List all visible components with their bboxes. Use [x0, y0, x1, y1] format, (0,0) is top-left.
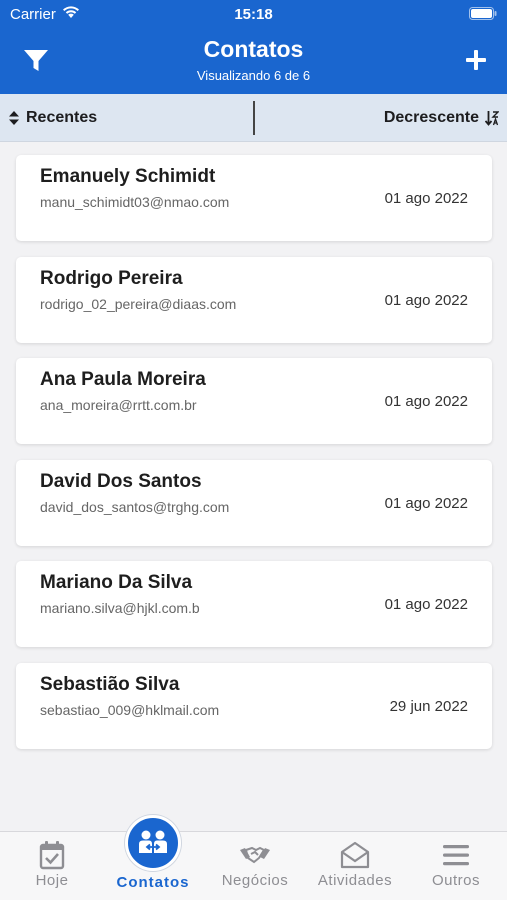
contact-card[interactable]: Rodrigo Pereira rodrigo_02_pereira@diaas…: [16, 256, 492, 343]
contact-list: Emanuely Schimidt manu_schimidt03@nmao.c…: [16, 155, 492, 764]
contact-email: ana_moreira@rrtt.com.br: [40, 397, 197, 413]
tab-hoje[interactable]: Hoje: [2, 832, 102, 900]
tab-atividades[interactable]: Atividades: [305, 832, 405, 900]
contact-email: rodrigo_02_pereira@diaas.com: [40, 295, 237, 312]
contact-card[interactable]: David Dos Santos david_dos_santos@trghg.…: [16, 459, 492, 546]
tab-atividades-label: Atividades: [317, 872, 393, 889]
app-header: Carrier 15:18 Contatos Visualizando 6 de…: [0, 0, 507, 94]
contact-date: 29 jun 2022: [389, 697, 468, 715]
contact-name: Ana Paula Moreira: [40, 369, 206, 390]
sort-updown-icon: [9, 111, 19, 125]
plus-icon[interactable]: [465, 49, 487, 71]
tab-outros-label: Outros: [431, 872, 480, 889]
status-time: 15:18: [234, 6, 273, 23]
tab-negocios-label: Negócios: [221, 872, 289, 889]
contact-name: Emanuely Schimidt: [40, 166, 216, 187]
contact-email: mariano.silva@hjkl.com.b: [40, 600, 200, 616]
contact-date: 01 ago 2022: [384, 291, 468, 309]
handshake-icon: [240, 846, 270, 864]
sort-order-button[interactable]: Decrescente: [384, 108, 499, 128]
contact-email: manu_schimidt03@nmao.com: [40, 194, 230, 210]
contact-date: 01 ago 2022: [384, 190, 468, 207]
sort-descending-icon: [485, 111, 499, 126]
sort-order-label: Decrescente: [383, 109, 479, 126]
contact-name: Sebastião Silva: [40, 673, 180, 695]
contact-name: Mariano Da Silva: [40, 572, 193, 593]
contact-email: david_dos_santos@trghg.com: [40, 498, 230, 515]
contact-card[interactable]: Emanuely Schimidt manu_schimidt03@nmao.c…: [16, 155, 492, 241]
contact-name: David Dos Santos: [40, 470, 202, 492]
sort-bar: Recentes Decrescente: [0, 94, 507, 142]
battery-icon: [469, 7, 497, 20]
sort-field-label: Recentes: [26, 109, 98, 126]
page-title: Contatos: [203, 36, 304, 62]
contact-card[interactable]: Sebastião Silva sebastiao_009@hklmail.co…: [16, 662, 492, 749]
sort-divider: [253, 101, 255, 135]
page-subtitle: Visualizando 6 de 6: [196, 68, 311, 83]
contact-date: 01 ago 2022: [384, 596, 468, 613]
contact-date: 01 ago 2022: [384, 494, 468, 512]
envelope-icon: [340, 841, 370, 869]
contact-date: 01 ago 2022: [384, 393, 468, 410]
contact-email: sebastiao_009@hklmail.com: [40, 701, 220, 718]
tab-contatos[interactable]: [125, 815, 181, 871]
tab-bar: Hoje Negócios Atividades Outros: [0, 831, 507, 900]
menu-icon: [443, 845, 469, 866]
tab-hoje-label: Hoje: [35, 872, 69, 889]
tab-contatos-label: Contatos: [116, 874, 190, 891]
contact-card[interactable]: Ana Paula Moreira ana_moreira@rrtt.com.b…: [16, 358, 492, 444]
tab-outros[interactable]: Outros: [406, 832, 506, 900]
calendar-check-icon: [39, 841, 65, 870]
status-bar: Carrier 15:18: [0, 0, 507, 28]
tab-negocios[interactable]: Negócios: [205, 832, 305, 900]
sort-field-button[interactable]: Recentes: [8, 108, 97, 128]
contacts-icon: [139, 830, 167, 853]
contact-card[interactable]: Mariano Da Silva mariano.silva@hjkl.com.…: [16, 561, 492, 647]
contact-name: Rodrigo Pereira: [40, 267, 183, 289]
